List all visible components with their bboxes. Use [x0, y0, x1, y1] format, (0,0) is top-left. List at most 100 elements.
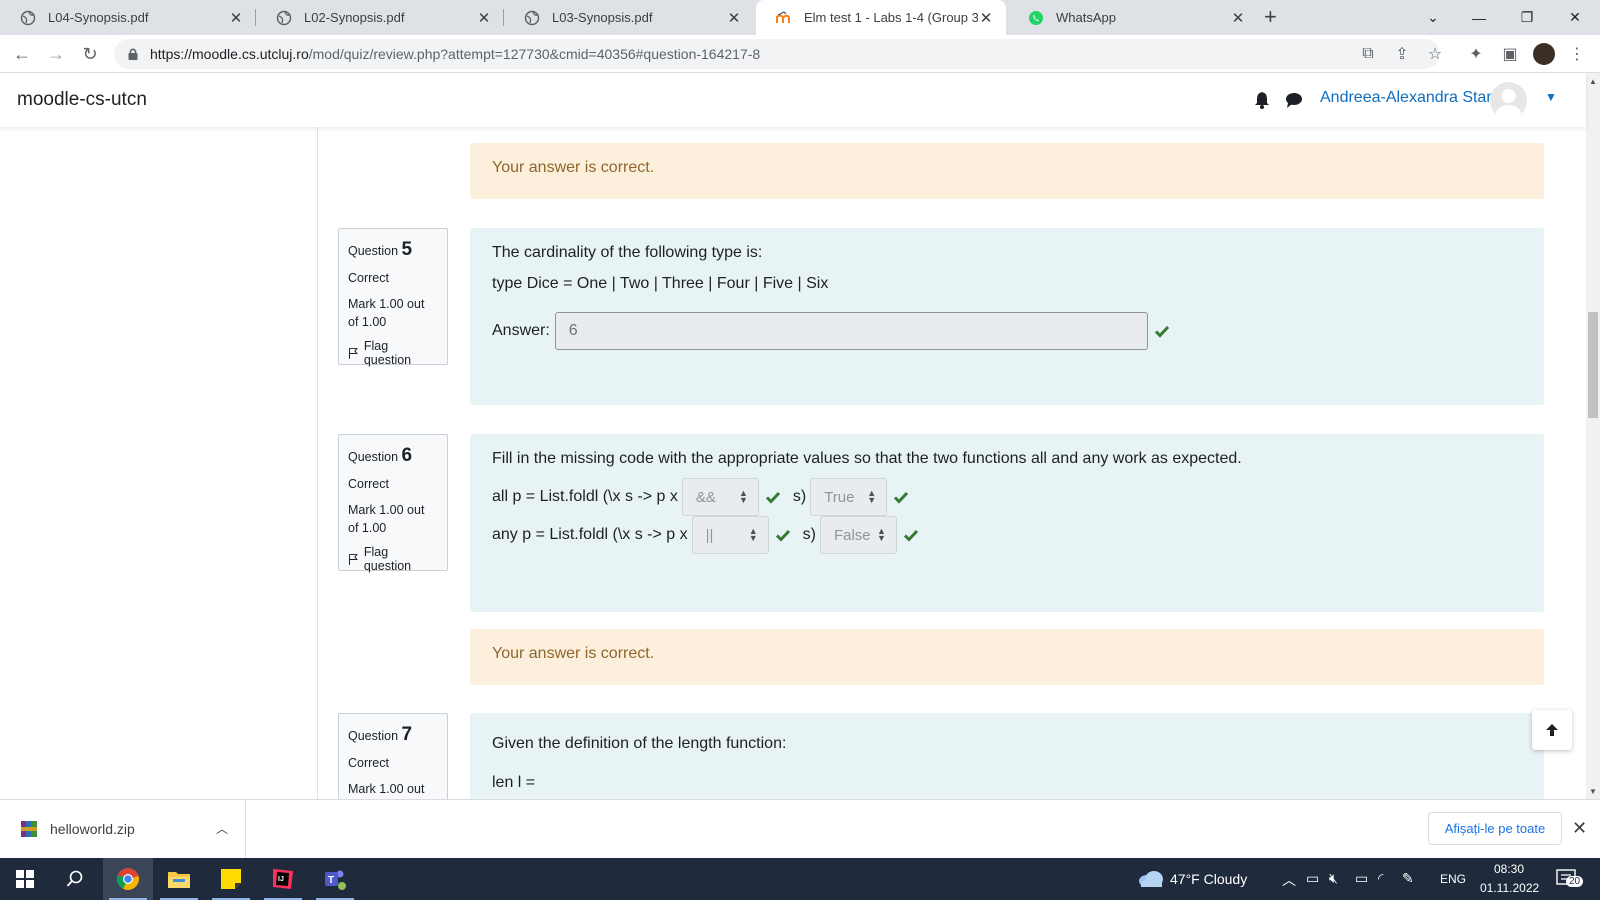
question-info-6: Question 6 Correct Mark 1.00 out of 1.00… — [338, 434, 448, 573]
taskbar-sticky-notes[interactable] — [206, 858, 256, 900]
tab-l02-synopsis[interactable]: L02-Synopsis.pdf ✕ — [256, 0, 504, 35]
new-tab-button[interactable]: + — [1264, 6, 1277, 28]
forward-icon[interactable]: → — [44, 42, 68, 66]
select-value: || — [705, 526, 714, 544]
correct-check-icon — [765, 491, 780, 504]
taskbar-file-explorer[interactable] — [154, 858, 204, 900]
flag-question-button[interactable]: Flag question — [348, 545, 438, 573]
messages-icon[interactable] — [1284, 90, 1304, 110]
weather-text[interactable]: 47°F Cloudy — [1170, 871, 1247, 887]
user-menu-caret-icon[interactable]: ▼ — [1545, 90, 1557, 104]
correct-check-icon — [775, 529, 790, 542]
close-icon[interactable]: ✕ — [476, 9, 492, 27]
drawer-divider — [317, 127, 318, 799]
profile-avatar-icon[interactable] — [1533, 43, 1555, 65]
windows-logo-icon — [16, 870, 34, 888]
scroll-down-icon[interactable]: ▼ — [1589, 787, 1597, 796]
pen-icon[interactable]: ✎ — [1402, 870, 1414, 887]
question-content-5: The cardinality of the following type is… — [470, 228, 1544, 405]
tab-l03-synopsis[interactable]: L03-Synopsis.pdf ✕ — [504, 0, 754, 35]
meet-now-icon[interactable]: ▭ — [1306, 870, 1319, 887]
clock-time[interactable]: 08:30 — [1494, 862, 1524, 876]
address-bar[interactable]: https://moodle.cs.utcluj.ro/mod/quiz/rev… — [114, 39, 1440, 69]
restore-icon[interactable]: ❐ — [1504, 0, 1550, 35]
svg-text:IJ: IJ — [278, 876, 284, 883]
page-content: Your answer is correct. Question 5 Corre… — [0, 127, 1586, 799]
user-avatar[interactable] — [1490, 82, 1527, 119]
question-code: type Dice = One | Two | Three | Four | F… — [492, 275, 829, 292]
question-content-7: Given the definition of the length funct… — [470, 713, 1544, 799]
start-button[interactable] — [0, 858, 50, 900]
language-indicator[interactable]: ENG — [1440, 872, 1466, 886]
window-close-icon[interactable]: ✕ — [1552, 0, 1598, 35]
question-label: Question — [348, 450, 399, 464]
correct-check-icon — [1154, 325, 1169, 338]
answer-field[interactable]: 6 — [554, 312, 1148, 350]
battery-icon[interactable]: ▭ — [1355, 870, 1368, 887]
close-icon[interactable]: ✕ — [1230, 9, 1246, 27]
question-mark: Mark 1.00 out of 1.00 — [348, 503, 425, 535]
taskbar-intellij[interactable]: IJ — [258, 858, 308, 900]
folder-icon — [168, 872, 190, 888]
clock-date[interactable]: 01.11.2022 — [1480, 881, 1539, 895]
show-all-downloads-button[interactable]: Afișați-le pe toate — [1428, 812, 1562, 845]
question-state: Correct — [348, 271, 389, 285]
scrollbar-thumb[interactable] — [1588, 312, 1598, 418]
minimize-icon[interactable]: — — [1456, 0, 1502, 35]
close-icon[interactable]: ✕ — [1572, 818, 1587, 839]
tab-elm-test[interactable]: Elm test 1 - Labs 1-4 (Group 304 ✕ — [756, 0, 1006, 35]
question-text: Fill in the missing code with the approp… — [492, 450, 1242, 467]
share-icon[interactable]: ⇪ — [1392, 44, 1412, 64]
wifi-icon[interactable]: ◜ — [1378, 870, 1383, 887]
scroll-up-icon[interactable]: ▲ — [1589, 77, 1597, 86]
flag-label: Flag question — [363, 545, 412, 573]
page-scrollbar[interactable]: ▲ ▼ — [1586, 73, 1600, 799]
search-button[interactable] — [50, 858, 100, 900]
flag-question-button[interactable]: Flag question — [348, 339, 438, 367]
taskbar-teams[interactable]: T — [310, 858, 360, 900]
side-panel-icon[interactable]: ▣ — [1500, 44, 1520, 64]
tab-search-icon[interactable]: ⌄ — [1410, 0, 1456, 35]
intellij-icon: IJ — [273, 869, 293, 889]
volume-muted-icon[interactable]: 🔇︎ — [1329, 870, 1338, 887]
url-path: /mod/quiz/review.php?attempt=127730&cmid… — [308, 46, 761, 62]
menu-dots-icon[interactable]: ⋮ — [1567, 44, 1587, 64]
notification-count: 20 — [1566, 876, 1584, 887]
bell-icon[interactable] — [1252, 90, 1272, 110]
download-filename: helloworld.zip — [50, 821, 135, 837]
operator-select-any[interactable]: || ▲ ▼ — [691, 516, 769, 554]
tray-overflow-icon[interactable]: ︿ — [1282, 870, 1296, 890]
answer-label: Answer: — [492, 322, 550, 339]
taskbar-chrome[interactable] — [103, 858, 153, 900]
close-icon[interactable]: ✕ — [726, 9, 742, 27]
question-number: 7 — [401, 724, 413, 745]
tab-whatsapp[interactable]: WhatsApp ✕ — [1008, 0, 1258, 35]
bookmark-star-icon[interactable]: ☆ — [1425, 44, 1445, 64]
code-line-any: any p = List.foldl (\x s -> p x || ▲ ▼ s) … — [492, 516, 1522, 554]
arrow-up-icon — [1546, 724, 1558, 736]
flag-icon — [348, 348, 358, 359]
question-number: 5 — [401, 239, 413, 260]
operator-select-all[interactable]: && ▲ ▼ — [681, 478, 759, 516]
select-value: True — [824, 488, 855, 506]
globe-icon — [276, 10, 292, 25]
reload-icon[interactable]: ↻ — [78, 42, 102, 66]
back-to-top-button[interactable] — [1532, 710, 1572, 750]
close-icon[interactable]: ✕ — [978, 9, 994, 27]
lock-icon — [128, 48, 138, 60]
initial-value-select-any[interactable]: False ▲ ▼ — [819, 516, 897, 554]
translate-icon[interactable]: ⧉ — [1358, 44, 1378, 64]
tab-label: L02-Synopsis.pdf — [304, 10, 405, 25]
tab-l04-synopsis[interactable]: L04-Synopsis.pdf ✕ — [0, 0, 256, 35]
site-brand[interactable]: moodle-cs-utcn — [17, 89, 147, 111]
download-item[interactable]: helloworld.zip ︿ — [0, 800, 246, 858]
extensions-icon[interactable]: ✦ — [1466, 44, 1486, 64]
tab-label: L04-Synopsis.pdf — [48, 10, 149, 25]
close-icon[interactable]: ✕ — [228, 9, 244, 27]
zip-file-icon — [21, 821, 37, 837]
notifications-button[interactable]: 20 — [1556, 868, 1584, 888]
initial-value-select-all[interactable]: True ▲ ▼ — [810, 478, 888, 516]
chevron-up-icon[interactable]: ︿ — [216, 820, 228, 837]
user-name-link[interactable]: Andreea-Alexandra Stan — [1320, 89, 1495, 107]
back-icon[interactable]: ← — [10, 42, 34, 66]
